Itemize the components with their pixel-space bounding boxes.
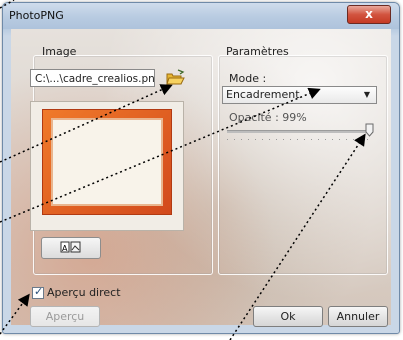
slider-thumb-icon	[365, 123, 374, 137]
chevron-down-icon: ▼	[363, 90, 370, 99]
window-title: PhotoPNG	[9, 9, 64, 22]
image-arrange-icon: A	[60, 241, 81, 253]
opacity-slider-track[interactable]	[227, 130, 368, 133]
preview-button[interactable]: Aperçu	[30, 306, 100, 327]
mode-label: Mode :	[229, 72, 267, 85]
live-preview-checkbox[interactable]: ✓	[32, 285, 44, 299]
svg-text:A: A	[62, 244, 68, 253]
live-preview-label[interactable]: Aperçu direct	[47, 286, 121, 299]
cancel-button[interactable]: Annuler	[328, 306, 388, 327]
opacity-slider-thumb[interactable]	[365, 123, 374, 137]
opacity-slider-ticks	[227, 139, 368, 140]
close-button[interactable]: x	[347, 5, 391, 24]
close-icon: x	[365, 7, 373, 21]
browse-button[interactable]	[164, 68, 186, 88]
image-group-label: Image	[42, 45, 77, 58]
checkmark-icon: ✓	[34, 285, 44, 298]
image-path-field[interactable]: C:\...\cadre_crealios.png	[30, 69, 155, 87]
opacity-label: Opacité : 99%	[229, 111, 307, 124]
image-preview	[30, 101, 184, 231]
photopng-dialog: PhotoPNG x Image Paramètres C:\...\cadre…	[2, 2, 400, 334]
image-tools-button[interactable]: A	[41, 237, 101, 259]
mode-dropdown[interactable]: Encadrement ▼	[222, 86, 377, 104]
frame-border-preview	[43, 110, 171, 214]
ok-button[interactable]: Ok	[253, 306, 323, 327]
mode-selected-value: Encadrement	[226, 88, 300, 101]
folder-open-icon	[166, 69, 185, 85]
parameters-group-label: Paramètres	[226, 45, 289, 58]
frame-inner-area	[51, 118, 163, 206]
title-bar[interactable]: PhotoPNG x	[3, 3, 399, 29]
